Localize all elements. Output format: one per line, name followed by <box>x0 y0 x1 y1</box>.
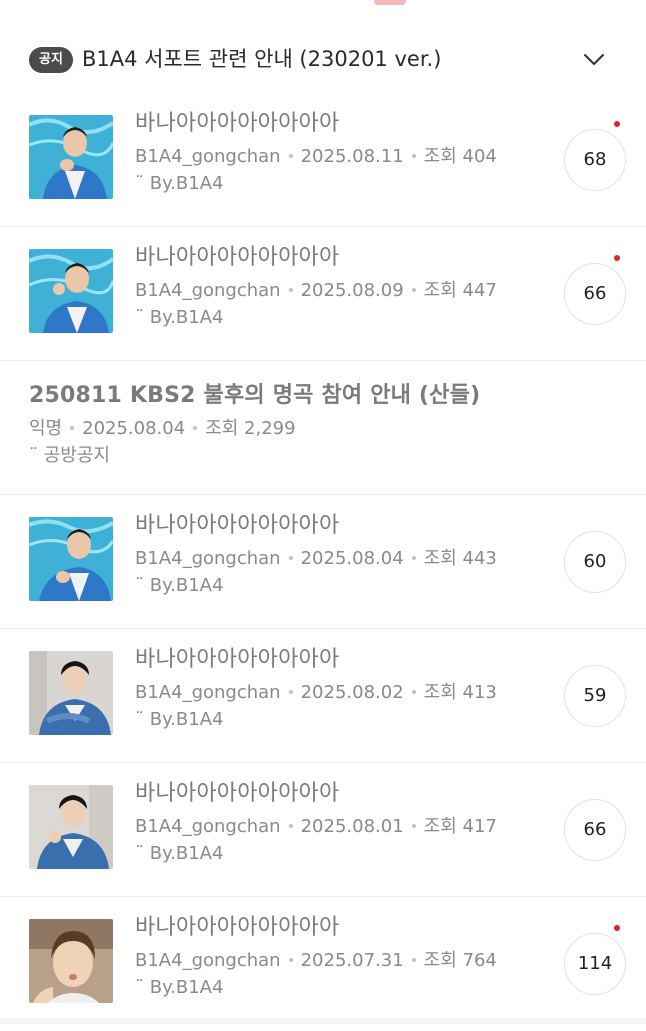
post-title[interactable]: 바나아아아아아아아아 <box>135 511 497 541</box>
post-views: 조회 447 <box>423 280 497 301</box>
post-text: 250811 KBS2 불후의 명곡 참여 안내 (산들) 익명 2025.08.… <box>29 381 480 468</box>
separator-dot <box>411 555 416 560</box>
chevron-down-icon[interactable] <box>582 50 606 70</box>
comment-count-button[interactable]: 66 <box>564 799 626 861</box>
separator-dot <box>411 287 416 292</box>
post-author: 익명 <box>29 418 63 439</box>
comment-count-button[interactable]: 59 <box>564 665 626 727</box>
post-tag: ¨ By.B1A4 <box>135 173 224 194</box>
post-author: B1A4_gongchan <box>135 280 281 301</box>
post-text: 바나아아아아아아아아 B1A4_gongchan 2025.07.31 조회 764… <box>135 913 497 1000</box>
post-text: 바나아아아아아아아아 B1A4_gongchan 2025.08.04 조회 443… <box>135 511 497 598</box>
post-meta: 익명 2025.08.04 조회 2,299 <box>29 417 480 441</box>
separator-dot <box>70 425 75 430</box>
separator-dot <box>411 153 416 158</box>
new-indicator-dot <box>614 121 620 127</box>
comment-count-button[interactable]: 68 <box>564 129 626 191</box>
post-date: 2025.08.01 <box>300 816 404 837</box>
post-date: 2025.08.11 <box>300 146 404 167</box>
separator-dot <box>288 287 293 292</box>
post-date: 2025.07.31 <box>300 950 404 971</box>
post-meta: B1A4_gongchan 2025.08.02 조회 413 <box>135 681 497 705</box>
post-thumbnail[interactable] <box>29 919 113 1003</box>
post-thumbnail[interactable] <box>29 651 113 735</box>
post-text: 바나아아아아아아아아 B1A4_gongchan 2025.08.11 조회 404… <box>135 109 497 196</box>
post-title[interactable]: 바나아아아아아아아아 <box>135 109 497 139</box>
notice-badge: 공지 <box>29 47 73 73</box>
post-author: B1A4_gongchan <box>135 950 281 971</box>
comment-count-button[interactable]: 60 <box>564 531 626 593</box>
post-author: B1A4_gongchan <box>135 146 281 167</box>
post-item[interactable]: 바나아아아아아아아아 B1A4_gongchan 2025.08.11 조회 404… <box>0 93 646 227</box>
post-date: 2025.08.02 <box>300 682 404 703</box>
post-views: 조회 443 <box>423 548 497 569</box>
post-meta: B1A4_gongchan 2025.08.01 조회 417 <box>135 815 497 839</box>
post-title[interactable]: 바나아아아아아아아아 <box>135 645 497 675</box>
post-date: 2025.08.09 <box>300 280 404 301</box>
post-meta: B1A4_gongchan 2025.08.09 조회 447 <box>135 279 497 303</box>
post-item[interactable]: 250811 KBS2 불후의 명곡 참여 안내 (산들) 익명 2025.08.… <box>0 361 646 495</box>
post-author: B1A4_gongchan <box>135 816 281 837</box>
bottom-divider <box>0 1018 646 1024</box>
post-tag: ¨ By.B1A4 <box>135 977 224 998</box>
scroll-indicator <box>374 0 406 5</box>
post-title[interactable]: 바나아아아아아아아아 <box>135 779 497 809</box>
separator-dot <box>288 153 293 158</box>
separator-dot <box>288 555 293 560</box>
comment-count-button[interactable]: 66 <box>564 263 626 325</box>
post-meta: B1A4_gongchan 2025.08.04 조회 443 <box>135 547 497 571</box>
notice-title[interactable]: B1A4 서포트 관련 안내 (230201 ver.) <box>82 44 441 74</box>
post-date: 2025.08.04 <box>82 418 186 439</box>
post-views: 조회 764 <box>423 950 497 971</box>
post-thumbnail[interactable] <box>29 115 113 199</box>
post-title[interactable]: 바나아아아아아아아아 <box>135 913 497 943</box>
post-tag: ¨ By.B1A4 <box>135 307 224 328</box>
post-thumbnail[interactable] <box>29 517 113 601</box>
post-item[interactable]: 바나아아아아아아아아 B1A4_gongchan 2025.08.04 조회 443… <box>0 495 646 629</box>
post-title[interactable]: 바나아아아아아아아아 <box>135 243 497 273</box>
post-item[interactable]: 바나아아아아아아아아 B1A4_gongchan 2025.08.02 조회 413… <box>0 629 646 763</box>
separator-dot <box>411 823 416 828</box>
separator-dot <box>411 689 416 694</box>
separator-dot <box>411 957 416 962</box>
separator-dot <box>193 425 198 430</box>
post-tag: ¨ By.B1A4 <box>135 843 224 864</box>
post-views: 조회 404 <box>423 146 497 167</box>
post-author: B1A4_gongchan <box>135 682 281 703</box>
separator-dot <box>288 957 293 962</box>
post-views: 조회 413 <box>423 682 497 703</box>
post-tag: ¨ 공방공지 <box>29 445 110 466</box>
separator-dot <box>288 689 293 694</box>
post-tag: ¨ By.B1A4 <box>135 709 224 730</box>
post-views: 조회 2,299 <box>205 418 296 439</box>
pinned-notice[interactable]: 공지 B1A4 서포트 관련 안내 (230201 ver.) <box>0 32 646 88</box>
post-text: 바나아아아아아아아아 B1A4_gongchan 2025.08.01 조회 417… <box>135 779 497 866</box>
post-item[interactable]: 바나아아아아아아아아 B1A4_gongchan 2025.08.01 조회 417… <box>0 763 646 897</box>
post-meta: B1A4_gongchan 2025.07.31 조회 764 <box>135 949 497 973</box>
post-item[interactable]: 바나아아아아아아아아 B1A4_gongchan 2025.08.09 조회 447… <box>0 227 646 361</box>
new-indicator-dot <box>614 925 620 931</box>
separator-dot <box>288 823 293 828</box>
comment-count-button[interactable]: 114 <box>564 933 626 995</box>
post-text: 바나아아아아아아아아 B1A4_gongchan 2025.08.02 조회 413… <box>135 645 497 732</box>
post-tag: ¨ By.B1A4 <box>135 575 224 596</box>
post-views: 조회 417 <box>423 816 497 837</box>
post-title[interactable]: 250811 KBS2 불후의 명곡 참여 안내 (산들) <box>29 381 480 411</box>
post-thumbnail[interactable] <box>29 249 113 333</box>
post-item[interactable]: 바나아아아아아아아아 B1A4_gongchan 2025.07.31 조회 764… <box>0 897 646 1031</box>
post-text: 바나아아아아아아아아 B1A4_gongchan 2025.08.09 조회 447… <box>135 243 497 330</box>
post-author: B1A4_gongchan <box>135 548 281 569</box>
new-indicator-dot <box>614 255 620 261</box>
post-thumbnail[interactable] <box>29 785 113 869</box>
post-meta: B1A4_gongchan 2025.08.11 조회 404 <box>135 145 497 169</box>
post-date: 2025.08.04 <box>300 548 404 569</box>
